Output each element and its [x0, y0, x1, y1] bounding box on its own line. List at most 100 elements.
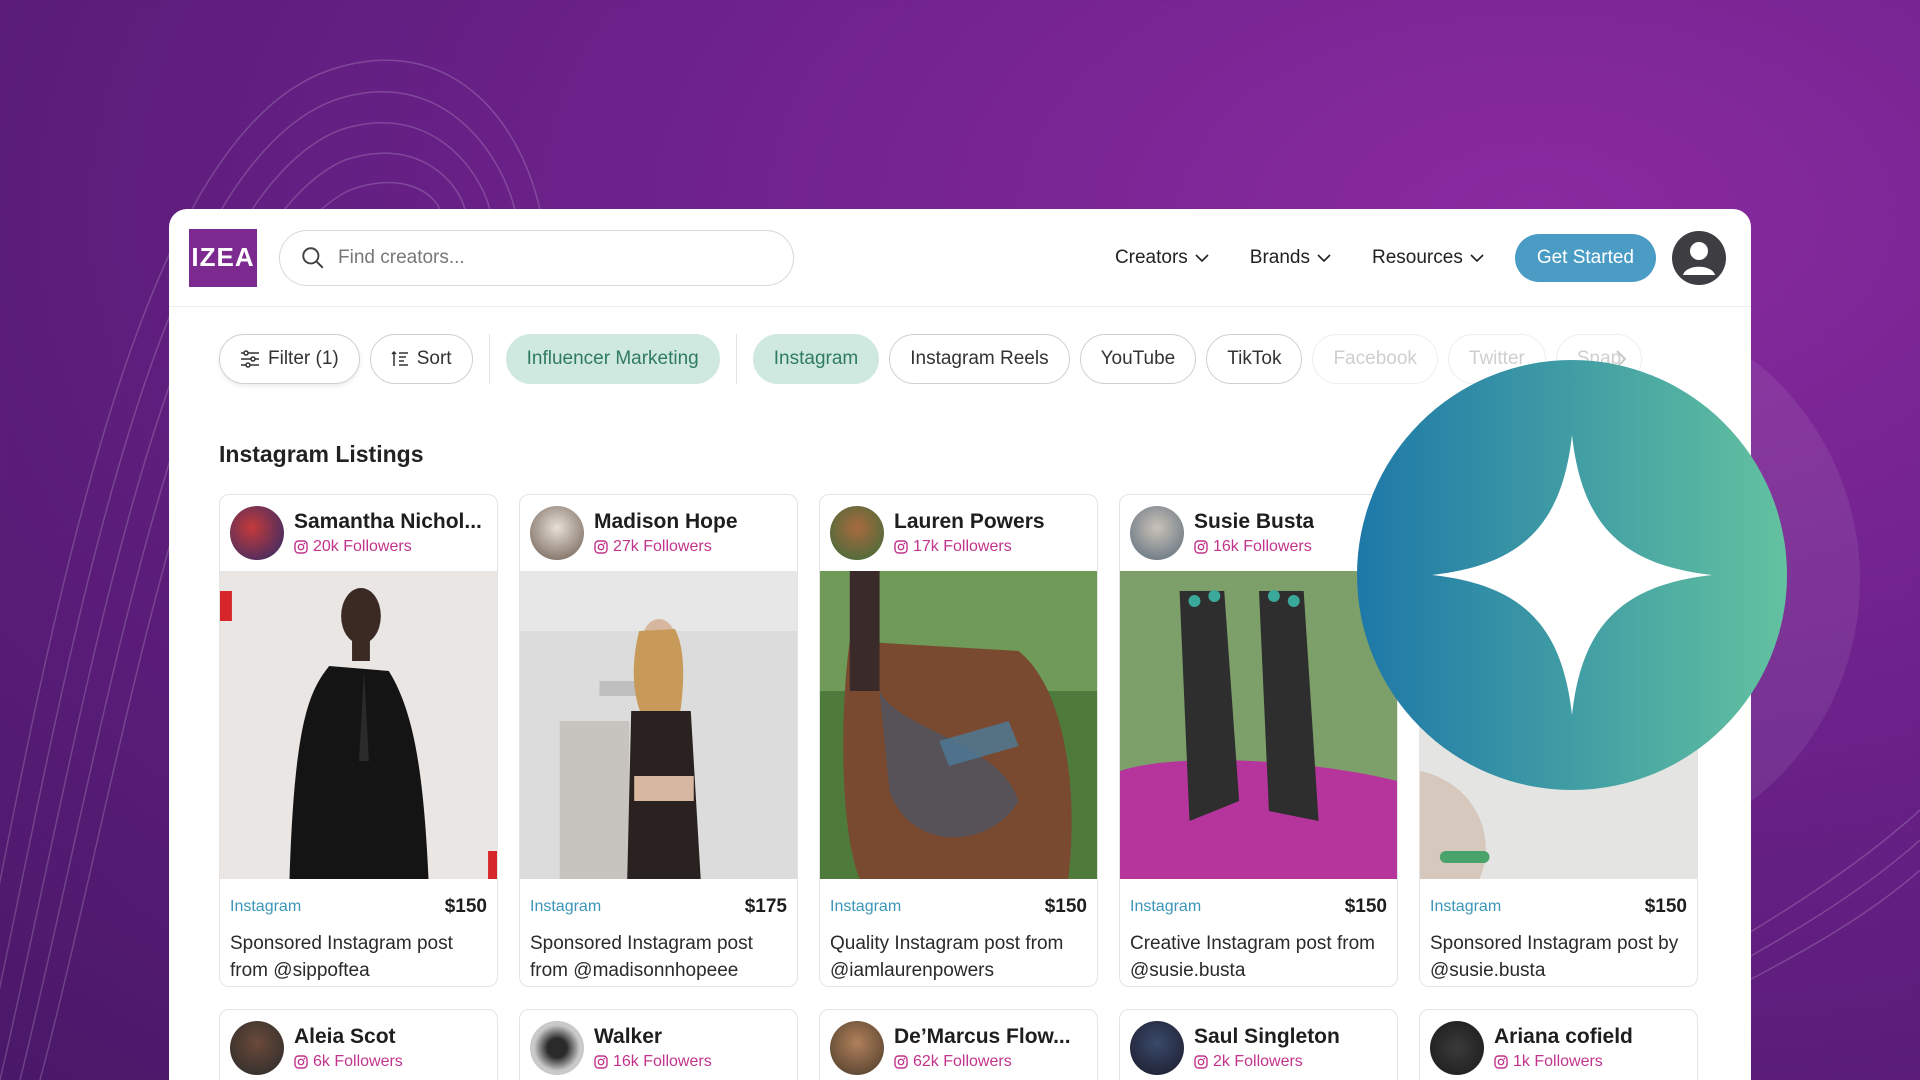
avatar [1430, 1021, 1484, 1075]
listing-card[interactable]: Aleia Scot 6k Followers [219, 1009, 498, 1080]
follower-count: 2k Followers [1194, 1053, 1340, 1071]
nav-creators-label: Creators [1114, 246, 1188, 268]
nav-resources-label: Resources [1372, 246, 1463, 268]
follower-count-text: 62k Followers [913, 1053, 1012, 1070]
card-header: Walker 16k Followers [520, 1010, 797, 1080]
sort-icon [391, 350, 408, 366]
listing-card[interactable]: Saul Singleton 2k Followers [1119, 1009, 1398, 1080]
main-nav: Creators Brands Resources Get Started [1115, 233, 1656, 282]
card-meta: Instagram $150 [1120, 884, 1397, 918]
avatar [1130, 1021, 1184, 1075]
filter-button[interactable]: Filter (1) [219, 334, 360, 384]
follower-count-text: 1k Followers [1513, 1053, 1603, 1070]
listing-photo [220, 571, 497, 879]
top-navigation: IZEA Creators Brands Resources Get Start… [169, 209, 1751, 307]
listing-card[interactable]: Lauren Powers 17k Followers Instagram $1… [819, 494, 1098, 987]
chip-instagram[interactable]: Instagram [752, 334, 880, 384]
follower-count-text: 20k Followers [313, 538, 412, 555]
avatar [530, 506, 584, 560]
listing-card[interactable]: De’Marcus Flow... 62k Followers [819, 1009, 1098, 1080]
listing-card[interactable]: Walker 16k Followers [519, 1009, 798, 1080]
avatar [830, 1021, 884, 1075]
filter-icon [241, 350, 259, 368]
avatar [230, 506, 284, 560]
creator-name: Samantha Nichol... [294, 510, 482, 533]
card-header: Susie Busta 16k Followers [1120, 495, 1397, 571]
user-account-button[interactable] [1672, 230, 1726, 285]
follower-count: 16k Followers [594, 1053, 712, 1071]
price: $150 [1644, 896, 1687, 917]
platform-label: Instagram [1130, 898, 1202, 915]
nav-brands-label: Brands [1249, 246, 1310, 268]
listings-row: Aleia Scot 6k Followers Walker 16k Follo… [219, 1009, 1709, 1080]
creator-name: Walker [594, 1025, 663, 1048]
price: $150 [1344, 896, 1387, 917]
izea-logo[interactable]: IZEA [189, 228, 257, 287]
creator-name: Aleia Scot [294, 1025, 396, 1048]
follower-count-text: 2k Followers [1213, 1053, 1303, 1070]
card-meta: Instagram $150 [820, 884, 1097, 918]
creator-name: De’Marcus Flow... [894, 1025, 1071, 1048]
card-meta: Instagram $150 [220, 884, 497, 918]
nav-creators[interactable]: Creators [1115, 247, 1210, 269]
listing-card[interactable]: Madison Hope 27k Followers Instagram $17… [519, 494, 798, 987]
chevron-down-icon [1317, 253, 1331, 262]
listing-photo [1120, 571, 1397, 879]
instagram-icon [594, 1055, 608, 1069]
follower-count: 1k Followers [1494, 1053, 1633, 1071]
chip-facebook[interactable]: Facebook [1312, 334, 1438, 384]
instagram-icon [894, 540, 908, 554]
nav-brands[interactable]: Brands [1250, 247, 1332, 269]
chevron-down-icon [1470, 253, 1484, 262]
follower-count: 62k Followers [894, 1053, 1071, 1071]
platform-label: Instagram [1430, 898, 1502, 915]
platform-label: Instagram [530, 898, 602, 915]
listing-photo [820, 571, 1097, 879]
sparkle-icon [1432, 435, 1712, 715]
listing-description: Sponsored Instagram post by @susie.busta [1430, 933, 1679, 981]
chip-influencer-marketing[interactable]: Influencer Marketing [505, 334, 720, 384]
search-icon [302, 246, 324, 268]
chip-youtube[interactable]: YouTube [1079, 334, 1197, 384]
logo-text: IZEA [191, 242, 255, 272]
card-header: De’Marcus Flow... 62k Followers [820, 1010, 1097, 1080]
price: $150 [1044, 896, 1087, 917]
platform-label: Instagram [830, 898, 902, 915]
avatar [830, 506, 884, 560]
creator-name: Lauren Powers [894, 510, 1045, 533]
get-started-button[interactable]: Get Started [1514, 233, 1656, 282]
follower-count: 20k Followers [294, 538, 482, 556]
card-header: Ariana cofield 1k Followers [1420, 1010, 1697, 1080]
card-header: Saul Singleton 2k Followers [1120, 1010, 1397, 1080]
follower-count-text: 16k Followers [1213, 538, 1312, 555]
creator-name: Madison Hope [594, 510, 738, 533]
follower-count: 27k Followers [594, 538, 738, 556]
instagram-icon [1194, 540, 1208, 554]
follower-count-text: 27k Followers [613, 538, 712, 555]
creator-name: Saul Singleton [1194, 1025, 1340, 1048]
user-icon [1683, 241, 1715, 275]
listing-description: Quality Instagram post from @iamlaurenpo… [830, 933, 1064, 981]
avatar [230, 1021, 284, 1075]
chip-tiktok[interactable]: TikTok [1206, 334, 1303, 384]
card-meta: Instagram $175 [520, 884, 797, 918]
nav-resources[interactable]: Resources [1372, 247, 1485, 269]
listing-card[interactable]: Ariana cofield 1k Followers [1419, 1009, 1698, 1080]
creator-name: Ariana cofield [1494, 1025, 1633, 1048]
creator-name: Susie Busta [1194, 510, 1315, 533]
card-header: Aleia Scot 6k Followers [220, 1010, 497, 1080]
filter-divider [488, 334, 490, 384]
instagram-icon [1194, 1055, 1208, 1069]
search-bar[interactable] [279, 229, 794, 286]
filter-divider [735, 334, 737, 384]
card-header: Madison Hope 27k Followers [520, 495, 797, 571]
chip-instagram-reels[interactable]: Instagram Reels [889, 334, 1070, 384]
listing-photo [520, 571, 797, 879]
follower-count: 17k Followers [894, 538, 1045, 556]
search-input[interactable] [338, 246, 738, 269]
listing-card[interactable]: Samantha Nichol... 20k Followers Instagr… [219, 494, 498, 987]
sort-button[interactable]: Sort [369, 334, 473, 384]
instagram-icon [594, 540, 608, 554]
price: $175 [744, 896, 787, 917]
instagram-icon [294, 540, 308, 554]
